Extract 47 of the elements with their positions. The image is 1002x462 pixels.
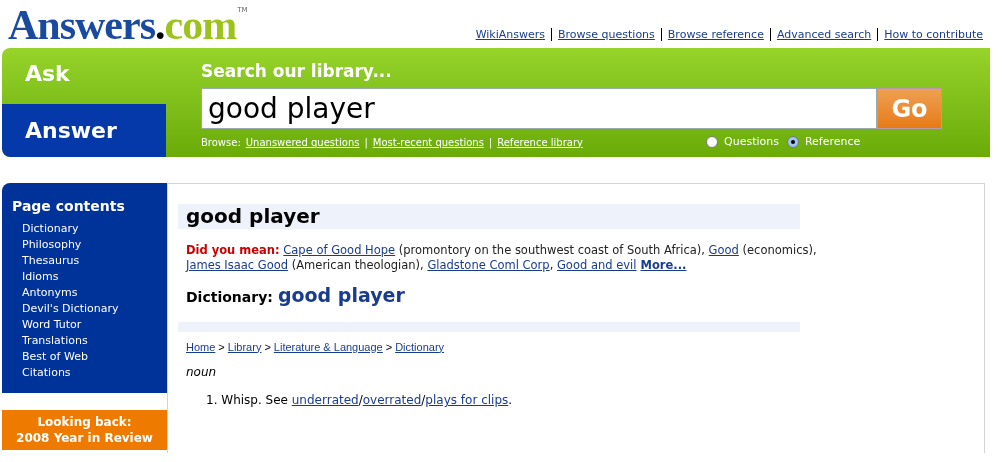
sidebar-link[interactable]: Dictionary (22, 221, 79, 237)
breadcrumb-link[interactable]: Literature & Language (273, 338, 383, 355)
browse-label: Browse: (201, 135, 241, 150)
nav-link[interactable]: How to contribute (884, 26, 983, 43)
link[interactable]: Good (708, 243, 739, 257)
sidebar-link[interactable]: Antonyms (22, 285, 78, 301)
suggestion-text: Did you mean: Cape of Good Hope (promontory on the southwest coast of South Africa), Good (economics), James Isaac Good (American theologian), Gladstone Coml Corp, Good and evil More... (186, 243, 818, 273)
sidebar-link[interactable]: Thesaurus (22, 253, 80, 269)
nav-link[interactable]: Browse reference (667, 26, 764, 43)
dictionary-term: good player (277, 283, 405, 308)
link[interactable]: James Isaac Good (186, 258, 289, 272)
section-label: Dictionary: (186, 288, 273, 307)
sidebar-link[interactable]: Word Tutor (22, 317, 82, 333)
nav-link[interactable]: Advanced search (776, 26, 872, 43)
breadcrumb-separator: > (385, 339, 393, 355)
separator-text: | (364, 135, 368, 150)
breadcrumb-separator: > (218, 339, 225, 355)
sidebar-link[interactable]: Idioms (22, 269, 59, 285)
more-link[interactable]: More... (640, 258, 687, 272)
breadcrumb-separator: > (264, 339, 271, 355)
definition-text: 1. Whisp. See underrated/overrated/plays for clips. (206, 392, 514, 409)
link[interactable]: Gladstone Coml Corp (427, 258, 550, 272)
sidebar-title: Page contents (12, 197, 126, 216)
sidebar-link[interactable]: Devil's Dictionary (22, 301, 119, 317)
radio-button[interactable] (706, 136, 718, 149)
search-heading: Search our library... (201, 60, 393, 82)
link[interactable]: underrated (291, 393, 359, 407)
sidebar-link[interactable]: Translations (22, 333, 88, 349)
link[interactable]: Cape of Good Hope (283, 243, 396, 257)
radio-label: Reference (804, 134, 861, 150)
sidebar-link[interactable]: Philosophy (22, 237, 82, 253)
sidebar-link[interactable]: Best of Web (22, 349, 88, 365)
nav-tab[interactable]: Answer (2, 104, 166, 157)
link[interactable]: Good and evil (556, 258, 637, 272)
breadcrumb-link[interactable]: Home (186, 338, 216, 355)
link[interactable]: overrated (362, 393, 422, 407)
sidebar-link[interactable]: Citations (22, 365, 71, 381)
search-field[interactable]: good player (201, 88, 877, 129)
breadcrumb-link[interactable]: Library (227, 338, 262, 355)
breadcrumb-link[interactable]: Dictionary (395, 338, 445, 355)
radio-button[interactable] (786, 136, 799, 149)
part-of-speech: noun (186, 364, 218, 381)
radio-label: Questions (724, 134, 779, 150)
nav-link[interactable]: WikiAnswers (475, 26, 545, 43)
article-title: good player (186, 204, 321, 229)
separator-text: | (488, 135, 493, 150)
nav-link[interactable]: Browse questions (558, 26, 655, 43)
